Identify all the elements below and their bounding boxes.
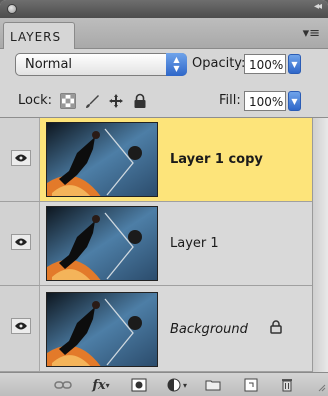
layer-name[interactable]: Layer 1 copy [170, 152, 263, 167]
panel-tab-row: LAYERS ▾≡ [0, 18, 328, 49]
fx-label: fx [92, 377, 106, 393]
blend-mode-select[interactable]: Normal ▲ ▼ [15, 53, 187, 76]
lock-image-pixels-icon[interactable] [82, 91, 102, 111]
collapse-panel-button[interactable]: ◂◂ [314, 1, 322, 12]
layers-list: Layer 1 copy Layer 1 Background [0, 118, 312, 372]
lock-icon [270, 320, 282, 337]
layers-panel: ◂◂ LAYERS ▾≡ Normal ▲ ▼ Opacity: 100% ▼ L… [0, 0, 328, 396]
blend-mode-value: Normal [25, 57, 73, 72]
layers-scrollbar[interactable] [312, 118, 328, 372]
lock-transparent-pixels-icon[interactable] [58, 91, 78, 111]
fill-label: Fill: [219, 93, 241, 108]
add-mask-icon[interactable] [128, 376, 150, 394]
layer-name[interactable]: Background [170, 322, 248, 337]
layer-row-background[interactable]: Background [0, 286, 312, 372]
layer-row-layer-1-copy[interactable]: Layer 1 copy [0, 118, 312, 202]
layer-thumbnail[interactable] [46, 206, 158, 281]
layer-thumbnail[interactable] [46, 122, 158, 197]
trash-icon[interactable] [276, 376, 298, 394]
resize-grip-icon[interactable] [318, 381, 326, 395]
fill-dropdown-arrow[interactable]: ▼ [288, 91, 301, 111]
opacity-input[interactable]: 100% [244, 54, 286, 74]
panel-menu-icon[interactable]: ▾≡ [303, 26, 320, 41]
layer-name[interactable]: Layer 1 [170, 236, 219, 251]
panel-title-bar[interactable]: ◂◂ [0, 0, 328, 18]
adjustment-layer-icon[interactable]: ▾ [166, 376, 188, 394]
visibility-column [0, 286, 40, 371]
new-group-icon[interactable] [202, 376, 224, 394]
opacity-dropdown-arrow[interactable]: ▼ [288, 54, 301, 74]
eye-icon[interactable] [11, 150, 31, 166]
tab-layers[interactable]: LAYERS [3, 22, 75, 49]
visibility-column [0, 118, 40, 201]
close-panel-button[interactable] [7, 4, 17, 14]
lock-position-icon[interactable] [106, 91, 126, 111]
lock-all-icon[interactable] [130, 91, 150, 111]
link-layers-icon[interactable] [52, 376, 74, 394]
layer-style-icon[interactable]: fx ▾ [90, 376, 112, 394]
layer-row-layer-1[interactable]: Layer 1 [0, 202, 312, 286]
select-arrows-icon: ▲ ▼ [166, 53, 187, 76]
new-layer-icon[interactable] [240, 376, 262, 394]
lock-label: Lock: [18, 93, 53, 108]
opacity-label: Opacity: [192, 56, 246, 71]
visibility-column [0, 202, 40, 285]
eye-icon[interactable] [11, 234, 31, 250]
eye-icon[interactable] [11, 318, 31, 334]
fill-input[interactable]: 100% [244, 91, 286, 111]
layers-bottom-toolbar: fx ▾ ▾ [0, 372, 328, 396]
layer-thumbnail[interactable] [46, 292, 158, 367]
